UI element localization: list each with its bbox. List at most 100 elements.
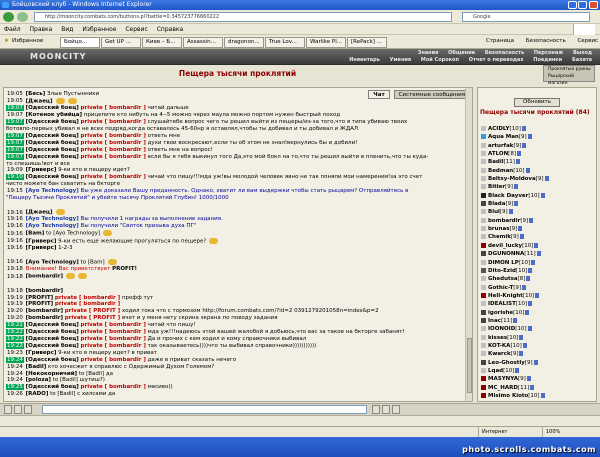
info-icon[interactable] xyxy=(540,393,545,398)
browser-tab[interactable]: Get UP ... xyxy=(101,37,141,48)
player-row[interactable]: devil_lucky[10] xyxy=(481,242,593,250)
info-icon[interactable] xyxy=(515,367,520,373)
nav-skills[interactable]: Умения xyxy=(390,57,412,63)
info-icon[interactable] xyxy=(540,192,545,198)
player-row[interactable]: DGUNONNA[11] xyxy=(481,250,593,258)
menu-view[interactable]: Вид xyxy=(61,26,73,33)
smiles-button[interactable] xyxy=(392,405,400,414)
info-icon[interactable] xyxy=(529,217,534,223)
nav-sorokop[interactable]: Мой Сорокоп xyxy=(421,57,459,63)
nav-inventory[interactable]: Инвентарь xyxy=(349,57,380,63)
menu-tools[interactable]: Сервис xyxy=(125,26,147,33)
player-name[interactable]: MC_HARD xyxy=(488,385,518,391)
player-row[interactable]: brunas[9] xyxy=(481,225,593,233)
player-name[interactable]: Badil xyxy=(488,159,504,165)
back-icon[interactable] xyxy=(3,12,14,22)
menu-help[interactable]: Справка xyxy=(157,26,183,33)
info-icon[interactable] xyxy=(533,359,538,365)
clear-button[interactable] xyxy=(382,405,390,414)
safety-menu[interactable]: Безопасность xyxy=(526,38,566,44)
info-icon[interactable] xyxy=(527,326,532,332)
player-name[interactable]: Bitler xyxy=(488,184,505,190)
player-row[interactable]: MC_HARD[11] xyxy=(481,384,593,392)
player-name[interactable]: Beltsy-Moldova xyxy=(488,176,536,182)
player-row[interactable]: IOONOID[10] xyxy=(481,325,593,333)
menu-favorites[interactable]: Избранное xyxy=(82,26,116,33)
player-name[interactable]: Hell-Knight xyxy=(488,293,523,299)
info-icon[interactable] xyxy=(525,309,530,315)
refresh-button[interactable]: Обновить xyxy=(514,98,560,107)
player-row[interactable]: Dito-Ezid[10] xyxy=(481,267,593,275)
player-row[interactable]: ATLON[8] xyxy=(481,150,593,158)
favorites-star-icon[interactable]: ★ xyxy=(4,38,9,44)
forward-icon[interactable] xyxy=(17,12,28,22)
player-name[interactable]: ACIDLY xyxy=(488,126,510,132)
favorites-button[interactable]: Избранное xyxy=(12,38,43,44)
player-row[interactable]: ACIDLY[10] xyxy=(481,125,593,133)
player-row[interactable]: arturfak[9] xyxy=(481,142,593,150)
info-icon[interactable] xyxy=(530,384,535,390)
link-cursed-ruins[interactable]: Проклятые руины xyxy=(548,66,594,73)
player-name[interactable]: Leo-Ghostly xyxy=(488,360,525,366)
player-row[interactable]: Mr_DODIK[10] xyxy=(481,400,593,402)
info-icon[interactable] xyxy=(531,259,536,265)
player-name[interactable]: devil_lucky xyxy=(488,243,522,249)
address-input[interactable]: http://mooncity.combats.com/buttons.pl?b… xyxy=(34,12,452,22)
player-row[interactable]: kisses[10] xyxy=(481,334,593,342)
browser-tab[interactable]: [RePack] ... xyxy=(347,37,387,48)
player-name[interactable]: IOONOID xyxy=(488,326,515,332)
nav-fights[interactable]: Поединки xyxy=(533,57,562,63)
info-icon[interactable] xyxy=(518,226,523,232)
player-name[interactable]: KOT-KA xyxy=(488,343,510,349)
player-row[interactable]: IDEALIST[10] xyxy=(481,300,593,308)
player-row[interactable]: Bedman[10] xyxy=(481,167,593,175)
info-icon[interactable] xyxy=(544,176,549,182)
player-row[interactable]: KOT-KA[10] xyxy=(481,342,593,350)
player-name[interactable]: Blul xyxy=(488,209,500,215)
tab-chat[interactable]: Чат xyxy=(368,90,390,99)
info-icon[interactable] xyxy=(513,317,518,323)
nav-character[interactable]: Персонаж xyxy=(534,50,563,56)
info-icon[interactable] xyxy=(521,126,526,131)
player-name[interactable]: Chemik xyxy=(488,234,511,240)
tools-menu[interactable]: Сервис xyxy=(577,38,598,44)
nav-exit[interactable]: Выход xyxy=(573,50,592,56)
player-row[interactable]: igorishe[10] xyxy=(481,309,593,317)
player-name[interactable]: kisses xyxy=(488,335,507,341)
maximize-button[interactable] xyxy=(578,1,587,9)
player-name[interactable]: Inac xyxy=(488,318,501,324)
nav-transfers[interactable]: Отчет о переводах xyxy=(469,57,524,63)
player-name[interactable]: Kwarck xyxy=(488,351,511,357)
horizontal-scrollbar[interactable] xyxy=(0,415,600,426)
tab-system-messages[interactable]: Системные сообщения xyxy=(393,90,470,99)
link-knight-shop[interactable]: Рыцарский магазин xyxy=(548,73,594,87)
send-button[interactable] xyxy=(372,405,380,414)
search-input[interactable]: Google xyxy=(462,12,590,22)
info-icon[interactable] xyxy=(519,334,524,340)
player-row[interactable]: Bitler[9] xyxy=(481,183,593,191)
chat-option-button[interactable] xyxy=(24,405,32,414)
info-icon[interactable] xyxy=(531,401,535,402)
nav-social[interactable]: Общение xyxy=(448,50,475,56)
player-row[interactable]: Gothic-T[9] xyxy=(481,284,593,292)
info-icon[interactable] xyxy=(526,276,531,282)
nav-bahata[interactable]: Бахата xyxy=(572,57,592,63)
player-row[interactable]: Blada[9] xyxy=(481,200,593,208)
player-row[interactable]: Aqua Man[9] xyxy=(481,133,593,141)
player-name[interactable]: DGUNONNA xyxy=(488,251,524,257)
player-row[interactable]: Beltsy-Moldova[9] xyxy=(481,175,593,183)
player-name[interactable]: Black Dayver xyxy=(488,193,528,199)
info-icon[interactable] xyxy=(519,234,524,240)
info-icon[interactable] xyxy=(514,201,519,207)
chat-message-input[interactable] xyxy=(42,405,367,414)
player-name[interactable]: bombardir xyxy=(488,218,520,224)
player-row[interactable]: Hell-Knight[10] xyxy=(481,292,593,300)
player-row[interactable]: Leo-Ghostly[9] xyxy=(481,359,593,367)
player-name[interactable]: Blada xyxy=(488,201,505,207)
player-name[interactable]: Aqua Man xyxy=(488,134,519,140)
player-name[interactable]: Dito-Ezid xyxy=(488,268,516,274)
chat-option-button[interactable] xyxy=(14,405,22,414)
chat-scrollbar[interactable] xyxy=(465,88,472,401)
player-row[interactable]: Inac[11] xyxy=(481,317,593,325)
info-icon[interactable] xyxy=(536,251,541,257)
